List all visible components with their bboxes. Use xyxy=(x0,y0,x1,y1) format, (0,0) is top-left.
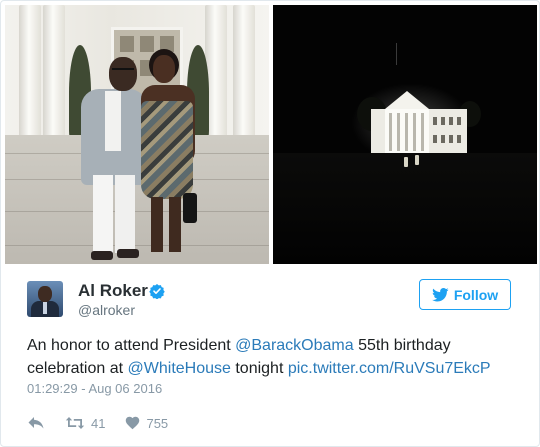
tweet-actions: 41 755 xyxy=(27,414,188,432)
man-head xyxy=(109,57,137,91)
tweet-text-part: tonight xyxy=(230,360,288,377)
author-handle[interactable]: @alroker xyxy=(78,302,135,318)
heart-icon xyxy=(126,416,140,430)
tweet-timestamp[interactable]: 01:29:29 - Aug 06 2016 xyxy=(27,381,162,396)
man-shirt xyxy=(105,91,121,151)
tweet-text-part: An honor to attend President xyxy=(27,337,236,354)
floor-line xyxy=(5,211,269,212)
photo-white-house-night[interactable] xyxy=(273,5,537,264)
embedded-tweet: Al Roker @alroker Follow An honor to att… xyxy=(0,0,540,447)
man-pants xyxy=(93,175,113,253)
avatar[interactable] xyxy=(27,281,63,317)
door-pane xyxy=(120,36,134,52)
window xyxy=(457,135,461,143)
tweet-media xyxy=(5,5,537,264)
woman-leg xyxy=(151,197,163,252)
portico-column xyxy=(389,113,392,151)
window xyxy=(433,135,437,143)
reply-icon xyxy=(28,417,44,429)
retweet-icon xyxy=(65,417,85,429)
retweet-button[interactable]: 41 xyxy=(65,416,105,431)
flagpole xyxy=(396,43,397,65)
retweet-count: 41 xyxy=(91,415,106,431)
window xyxy=(457,117,461,125)
woman-dress xyxy=(141,101,193,199)
window xyxy=(441,117,445,125)
photo-couple-at-white-house[interactable] xyxy=(5,5,269,264)
photo-column xyxy=(233,5,255,140)
follow-button[interactable]: Follow xyxy=(419,279,511,310)
white-house-pediment xyxy=(385,91,429,109)
verified-badge-icon xyxy=(149,284,165,299)
door-pane xyxy=(140,36,154,52)
window xyxy=(449,135,453,143)
fountain-light xyxy=(404,157,408,167)
man-shoe xyxy=(91,251,113,260)
pic-link[interactable]: pic.twitter.com/RuVSu7EkcP xyxy=(288,360,491,377)
man-glasses xyxy=(112,68,134,73)
window xyxy=(441,135,445,143)
woman-face xyxy=(153,55,175,83)
like-count: 755 xyxy=(146,415,169,431)
twitter-bird-icon xyxy=(431,287,449,301)
photo-column xyxy=(19,5,41,140)
avatar-tie xyxy=(43,302,47,314)
window xyxy=(449,117,453,125)
floor-line xyxy=(5,245,269,246)
mention-link[interactable]: @WhiteHouse xyxy=(128,360,231,377)
portico-column xyxy=(397,113,400,151)
window xyxy=(433,117,437,125)
man-pants xyxy=(115,175,135,253)
photo-column xyxy=(43,5,65,140)
mention-link[interactable]: @BarackObama xyxy=(235,337,354,354)
reply-button[interactable] xyxy=(27,416,45,430)
woman-handbag xyxy=(183,193,197,223)
portico-column xyxy=(405,113,408,151)
man-shoe xyxy=(117,249,139,258)
like-button[interactable]: 755 xyxy=(125,416,168,431)
author-name[interactable]: Al Roker xyxy=(78,281,148,301)
fountain-light xyxy=(415,155,419,165)
lawn xyxy=(273,153,537,264)
tweet-text: An honor to attend President @BarackObam… xyxy=(27,334,517,380)
follow-label: Follow xyxy=(453,286,499,303)
portico-column xyxy=(421,113,424,151)
avatar-head xyxy=(38,286,52,302)
woman-leg xyxy=(169,197,181,252)
portico-column xyxy=(413,113,416,151)
